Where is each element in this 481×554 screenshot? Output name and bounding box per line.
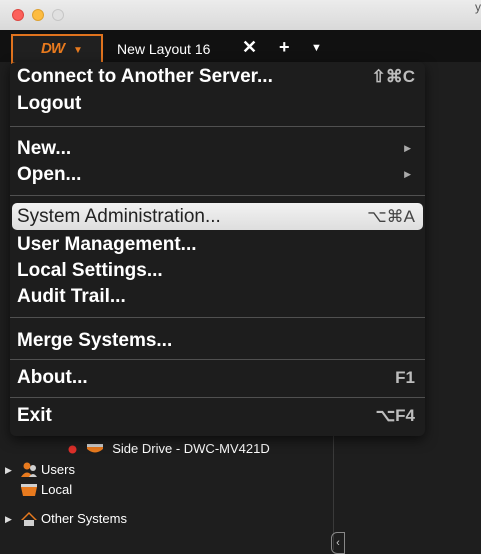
menu-item-logout[interactable]: Logout	[10, 90, 425, 117]
main-menu-button[interactable]: DW ▼	[11, 34, 103, 64]
status-dot-icon	[68, 445, 77, 454]
tree-item-camera[interactable]: Side Drive - DWC-MV421D	[68, 440, 270, 458]
resource-tree: Side Drive - DWC-MV421D ▶ Users Local ▶ …	[0, 430, 350, 550]
expand-arrow-icon[interactable]: ▶	[5, 510, 12, 528]
menu-item-merge-systems[interactable]: Merge Systems...	[10, 327, 425, 354]
chevron-down-icon: ▼	[73, 45, 83, 56]
tab-layout[interactable]: New Layout 16	[117, 41, 210, 57]
tree-item-label: Local	[41, 482, 73, 497]
camera-icon	[86, 443, 103, 453]
window-title: y	[475, 0, 481, 14]
menu-separator	[10, 317, 425, 318]
tab-list-icon[interactable]: ▼	[311, 42, 322, 54]
expand-arrow-icon[interactable]: ▶	[5, 461, 12, 479]
submenu-arrow-icon: ▶	[404, 169, 411, 179]
menu-item-user-management[interactable]: User Management...	[10, 231, 425, 258]
zoom-window-button[interactable]	[52, 9, 64, 21]
shortcut-label: F1	[395, 368, 415, 387]
home-icon	[21, 512, 37, 526]
users-icon	[21, 462, 37, 477]
menu-separator	[10, 195, 425, 196]
menu-separator	[10, 397, 425, 398]
close-tab-icon[interactable]: ✕	[242, 37, 257, 58]
shortcut-label: ⇧⌘C	[371, 67, 415, 86]
main-menu-dropdown: Connect to Another Server... ⇧⌘C Logout …	[10, 62, 425, 436]
dw-logo: DW	[41, 40, 65, 57]
shortcut-label: ⌥F4	[375, 406, 415, 425]
tree-item-label: Side Drive - DWC-MV421D	[112, 441, 270, 456]
menu-item-exit[interactable]: Exit ⌥F4	[10, 402, 425, 429]
folder-icon	[21, 484, 37, 496]
window-titlebar: y	[0, 0, 481, 30]
menu-item-local-settings[interactable]: Local Settings...	[10, 257, 425, 284]
add-tab-icon[interactable]: +	[279, 37, 290, 58]
tree-item-label: Other Systems	[41, 511, 127, 526]
menu-item-system-administration[interactable]: System Administration... ⌥⌘A	[12, 203, 423, 230]
minimize-window-button[interactable]	[32, 9, 44, 21]
shortcut-label: ⌥⌘A	[367, 207, 415, 226]
menu-separator	[10, 126, 425, 127]
menu-item-connect-server[interactable]: Connect to Another Server... ⇧⌘C	[10, 63, 425, 90]
tree-item-label: Users	[41, 462, 75, 477]
close-window-button[interactable]	[12, 9, 24, 21]
submenu-arrow-icon: ▶	[404, 143, 411, 153]
menu-item-new[interactable]: New... ▶	[10, 135, 425, 162]
menu-item-open[interactable]: Open... ▶	[10, 161, 425, 188]
menu-item-about[interactable]: About... F1	[10, 364, 425, 391]
collapse-panel-button[interactable]: ‹	[331, 532, 345, 554]
menu-separator	[10, 359, 425, 360]
menu-item-audit-trail[interactable]: Audit Trail...	[10, 283, 425, 310]
